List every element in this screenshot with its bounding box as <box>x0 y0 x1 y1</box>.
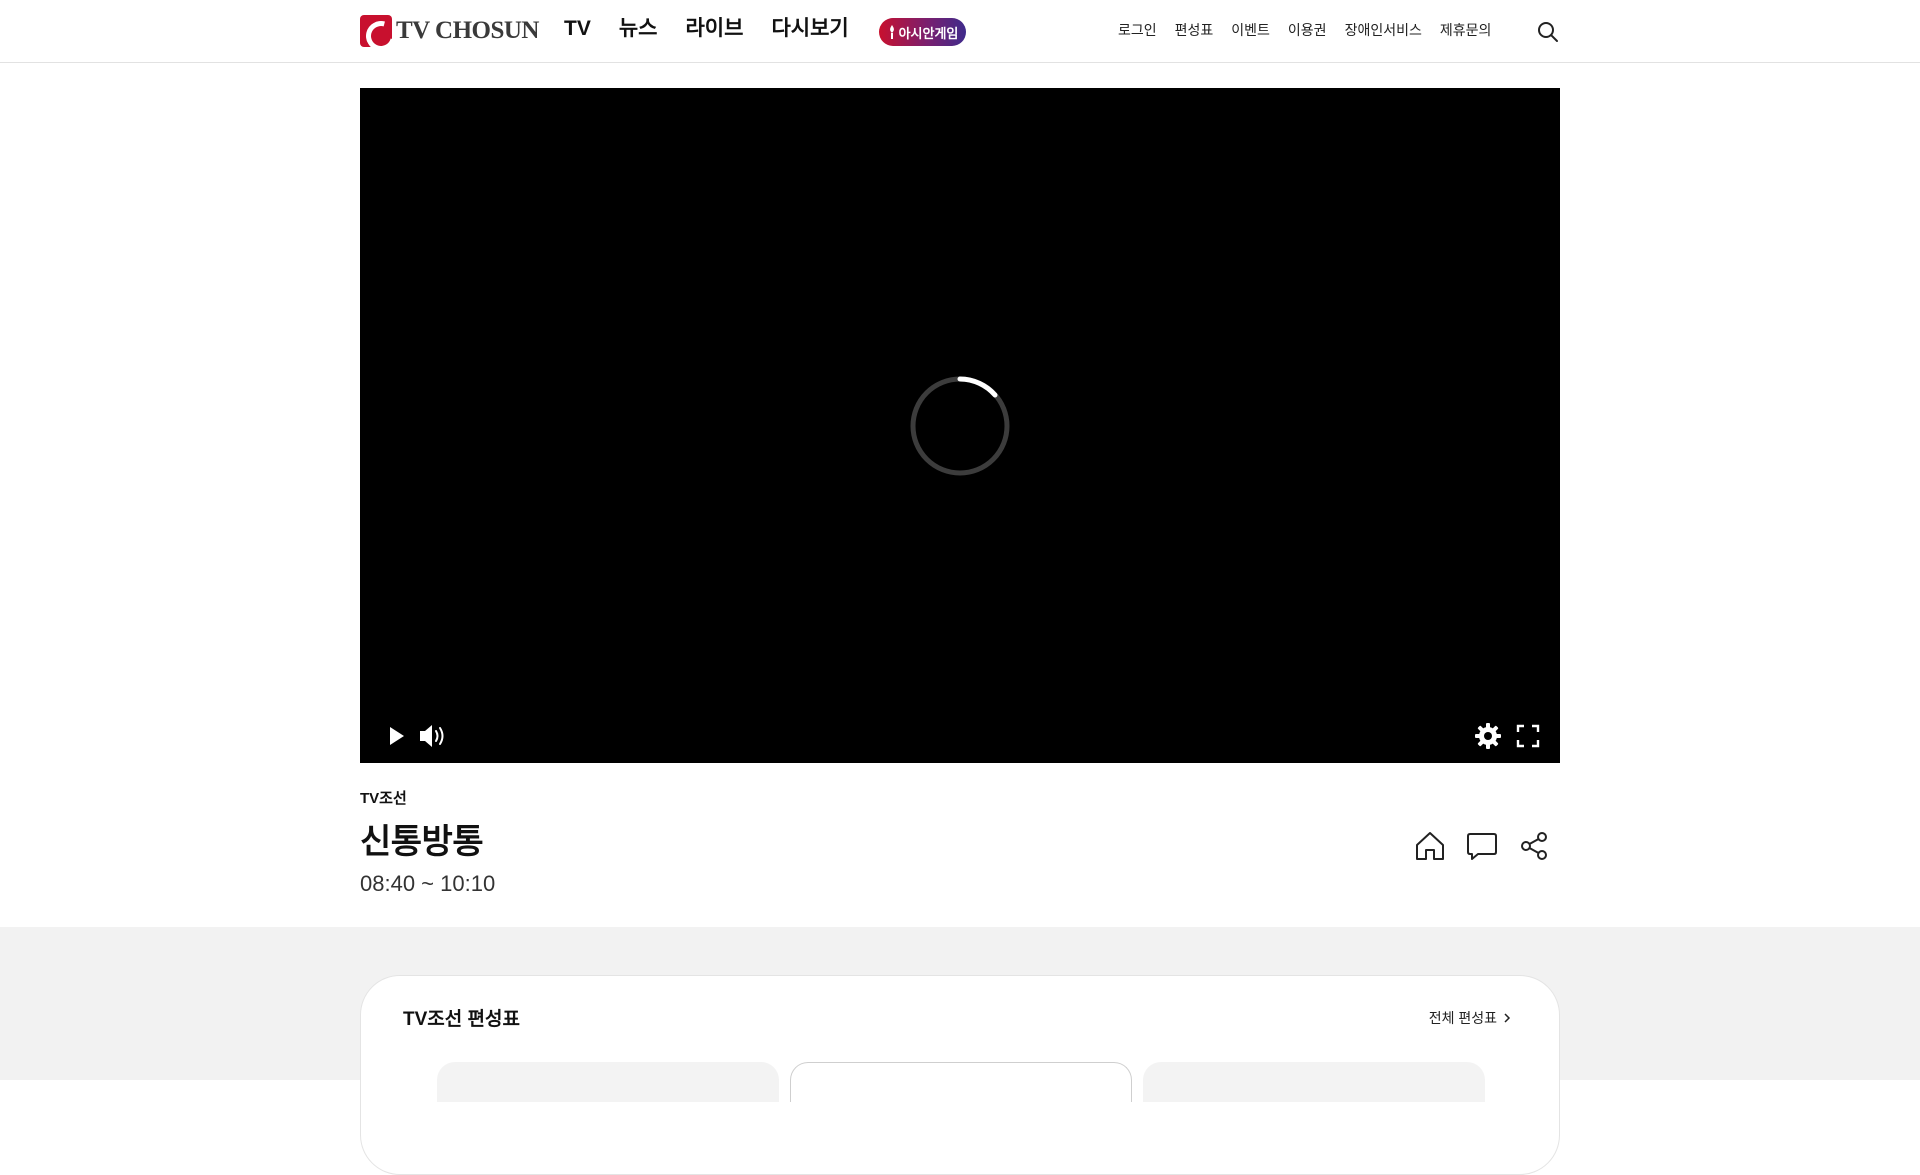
asian-games-badge[interactable]: 아시안게임 <box>879 18 966 46</box>
nav-item-replay[interactable]: 다시보기 <box>771 14 848 44</box>
site-header: TV CHOSUN TV 뉴스 라이브 다시보기 아시안게임 로그인 편성표 이… <box>0 0 1920 63</box>
loading-spinner-icon <box>910 376 1010 476</box>
play-icon[interactable] <box>384 724 408 748</box>
accessibility-service-link[interactable]: 장애인서비스 <box>1345 20 1422 40</box>
schedule-slot-current[interactable] <box>790 1062 1132 1102</box>
schedule-slot[interactable] <box>437 1062 779 1102</box>
schedule-slot[interactable] <box>1143 1062 1485 1102</box>
logo-text: TV CHOSUN <box>396 17 540 44</box>
fullscreen-icon[interactable] <box>1516 724 1540 748</box>
schedule-title: TV조선 편성표 <box>403 1009 520 1030</box>
volume-icon[interactable] <box>418 722 448 750</box>
full-schedule-label: 전체 편성표 <box>1428 1010 1497 1026</box>
event-link[interactable]: 이벤트 <box>1231 20 1270 40</box>
logo-mark-icon <box>360 15 392 47</box>
video-player[interactable] <box>360 88 1560 763</box>
home-icon[interactable] <box>1413 829 1447 863</box>
nav-item-tv[interactable]: TV <box>564 14 591 44</box>
nav-item-news[interactable]: 뉴스 <box>619 14 658 44</box>
settings-icon[interactable] <box>1474 722 1502 750</box>
program-title: 신통방통 <box>360 823 484 861</box>
schedule-card: TV조선 편성표 전체 편성표 <box>360 975 1560 1175</box>
main-nav: TV 뉴스 라이브 다시보기 <box>564 14 877 44</box>
program-time: 08:40 ~ 10:10 <box>360 871 496 896</box>
search-icon[interactable] <box>1536 20 1560 44</box>
chevron-right-icon <box>1504 1013 1511 1023</box>
channel-name: TV조선 <box>360 790 407 807</box>
partnership-link[interactable]: 제휴문의 <box>1440 20 1492 40</box>
share-icon[interactable] <box>1517 829 1551 863</box>
nav-item-live[interactable]: 라이브 <box>685 14 743 44</box>
asian-games-label: 아시안게임 <box>898 25 959 41</box>
pass-link[interactable]: 이용권 <box>1288 20 1327 40</box>
torch-icon <box>889 25 894 39</box>
tvchosun-logo[interactable]: TV CHOSUN <box>360 15 540 47</box>
comment-icon[interactable] <box>1465 829 1499 863</box>
schedule-link[interactable]: 편성표 <box>1175 20 1214 40</box>
login-link[interactable]: 로그인 <box>1118 20 1157 40</box>
full-schedule-link[interactable]: 전체 편성표 <box>1429 1008 1511 1028</box>
utility-nav: 로그인 편성표 이벤트 이용권 장애인서비스 제휴문의 <box>1118 20 1509 40</box>
